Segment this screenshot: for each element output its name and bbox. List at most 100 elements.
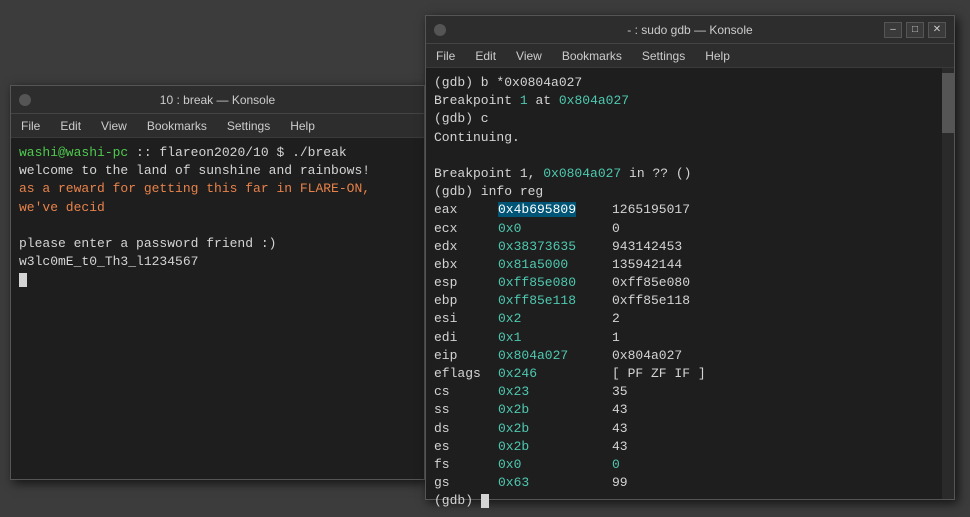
left-titlebar: 10 : break — Konsole [11,86,424,114]
continuing-text: Continuing. [434,130,520,145]
reg-eip: eip 0x804a027 0x804a027 [434,347,934,365]
reg-ecx-name: ecx [434,220,494,238]
right-terminal-content: (gdb) b *0x0804a027 Breakpoint 1 at 0x80… [426,68,954,517]
reg-fs-hex: 0x0 [498,456,608,474]
gdb-cmd-c: (gdb) c [434,111,489,126]
left-line-4 [19,217,416,235]
reg-esp: esp 0xff85e080 0xff85e080 [434,274,934,292]
left-menu-bookmarks[interactable]: Bookmarks [143,117,211,135]
reg-gs-name: gs [434,474,494,492]
right-menu-file[interactable]: File [432,47,459,65]
left-window-title: 10 : break — Konsole [160,93,275,107]
reg-eflags-name: eflags [434,365,494,383]
right-scrollbar[interactable] [942,68,954,499]
reg-fs-dec: 0 [612,456,620,474]
left-prompt-user: washi@washi-pc [19,145,128,160]
right-line-5 [434,147,934,165]
left-prompt-symbol: $ ./break [276,145,346,160]
right-menubar: File Edit View Bookmarks Settings Help [426,44,954,68]
left-terminal-window: 10 : break — Konsole File Edit View Book… [10,85,425,480]
right-line-4: Continuing. [434,129,934,147]
reg-es-name: es [434,438,494,456]
breakpoint-at: at [535,93,558,108]
left-prompt-sep: :: flareon2020/10 [136,145,276,160]
reg-es: es 0x2b 43 [434,438,934,456]
reg-cs-dec: 35 [612,383,628,401]
reg-eflags-hex: 0x246 [498,365,608,383]
reg-ss: ss 0x2b 43 [434,401,934,419]
right-cursor [481,494,489,508]
left-window-dots [19,94,31,106]
gdb-info-reg: (gdb) info reg [434,184,543,199]
bp-hit-addr: 0x0804a027 [543,166,621,181]
reg-ds-dec: 43 [612,420,628,438]
reg-ss-name: ss [434,401,494,419]
left-line-2: welcome to the land of sunshine and rain… [19,162,416,180]
right-menu-edit[interactable]: Edit [471,47,500,65]
reg-ebp-name: ebp [434,292,494,310]
reg-ds: ds 0x2b 43 [434,420,934,438]
left-text-welcome: welcome to the land of sunshine and rain… [19,163,370,178]
reg-gs-hex: 0x63 [498,474,608,492]
right-gdb-prompt: (gdb) [434,493,481,508]
reg-edx-dec: 943142453 [612,238,682,256]
reg-esi-name: esi [434,310,494,328]
reg-gs-dec: 99 [612,474,628,492]
reg-ebx-hex: 0x81a5000 [498,256,608,274]
breakpoint-addr: 0x804a027 [559,93,629,108]
breakpoint-num: 1 [520,93,528,108]
reg-eax: eax 0x4b695809 1265195017 [434,201,934,219]
reg-ds-name: ds [434,420,494,438]
left-menu-file[interactable]: File [17,117,44,135]
left-line-6 [19,271,416,289]
reg-esi-hex: 0x2 [498,310,608,328]
left-line-3: as a reward for getting this far in FLAR… [19,180,416,216]
bp-hit-rest: in ?? () [629,166,691,181]
reg-esp-name: esp [434,274,494,292]
reg-eax-name: eax [434,201,494,219]
right-menu-view[interactable]: View [512,47,546,65]
reg-ebx-dec: 135942144 [612,256,682,274]
breakpoint-text: Breakpoint [434,93,520,108]
left-line-1: washi@washi-pc :: flareon2020/10 $ ./bre… [19,144,416,162]
reg-edi-dec: 1 [612,329,620,347]
reg-edi-name: edi [434,329,494,347]
close-button[interactable]: ✕ [928,22,946,38]
reg-esp-dec: 0xff85e080 [612,274,690,292]
right-window-controls: – □ ✕ [884,22,946,38]
maximize-button[interactable]: □ [906,22,924,38]
reg-ds-hex: 0x2b [498,420,608,438]
right-window-dots [434,24,446,36]
left-menubar: File Edit View Bookmarks Settings Help [11,114,424,138]
dot-1 [19,94,31,106]
reg-ebp-hex: 0xff85e118 [498,292,608,310]
left-menu-help[interactable]: Help [286,117,319,135]
reg-edx-hex: 0x38373635 [498,238,608,256]
right-menu-bookmarks[interactable]: Bookmarks [558,47,626,65]
right-titlebar: - : sudo gdb — Konsole – □ ✕ [426,16,954,44]
reg-esi-dec: 2 [612,310,620,328]
reg-edi: edi 0x1 1 [434,329,934,347]
reg-eax-hex: 0x4b695809 [498,201,608,219]
right-line-1: (gdb) b *0x0804a027 [434,74,934,92]
right-menu-help[interactable]: Help [701,47,734,65]
reg-eip-name: eip [434,347,494,365]
reg-cs-name: cs [434,383,494,401]
right-line-7: (gdb) info reg [434,183,934,201]
left-menu-view[interactable]: View [97,117,131,135]
right-scrollbar-thumb[interactable] [942,73,954,133]
reg-eip-dec: 0x804a027 [612,347,682,365]
right-line-6: Breakpoint 1, 0x0804a027 in ?? () [434,165,934,183]
reg-ebx: ebx 0x81a5000 135942144 [434,256,934,274]
reg-eip-hex: 0x804a027 [498,347,608,365]
reg-esi: esi 0x2 2 [434,310,934,328]
reg-ebx-name: ebx [434,256,494,274]
left-menu-settings[interactable]: Settings [223,117,274,135]
left-menu-edit[interactable]: Edit [56,117,85,135]
left-line-5: please enter a password friend :) w3lc0m… [19,235,416,271]
reg-es-dec: 43 [612,438,628,456]
right-window-title: - : sudo gdb — Konsole [627,23,752,37]
minimize-button[interactable]: – [884,22,902,38]
reg-ecx: ecx 0x0 0 [434,220,934,238]
right-menu-settings[interactable]: Settings [638,47,689,65]
